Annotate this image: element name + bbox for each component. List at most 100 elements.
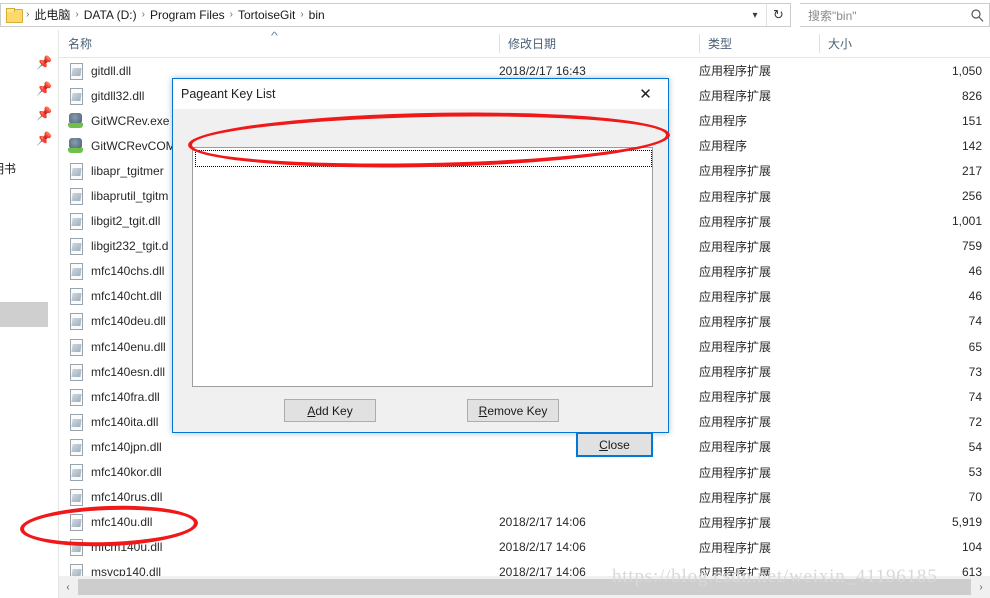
- file-name-cell: GitWCRev.exe: [68, 108, 169, 133]
- file-type-cell: 应用程序扩展: [699, 289, 772, 304]
- file-size-cell: 142: [961, 138, 982, 153]
- file-name-label: libgit2_tgit.dll: [91, 214, 161, 229]
- close-icon[interactable]: ✕: [623, 79, 668, 108]
- file-type-cell: 应用程序扩展: [699, 340, 772, 355]
- close-mnemonic: C: [599, 437, 608, 452]
- add-key-button[interactable]: Add Key: [284, 399, 376, 422]
- file-name-cell: libapr_tgitmer: [68, 158, 164, 183]
- file-size-cell: 70: [968, 490, 982, 505]
- dialog-body: Add Key Remove Key Close: [173, 109, 668, 457]
- file-name-cell: mfc140jpn.dll: [68, 434, 162, 459]
- file-size-cell: 256: [961, 189, 982, 204]
- column-header-name[interactable]: 名称: [59, 30, 499, 57]
- key-list-box[interactable]: [192, 147, 653, 387]
- gear-app-icon: [68, 112, 84, 129]
- file-name-cell: gitdll.dll: [68, 58, 131, 83]
- pin-icon[interactable]: 📌: [36, 55, 52, 71]
- search-icon[interactable]: [965, 4, 989, 26]
- file-type-cell: 应用程序扩展: [699, 239, 772, 254]
- list-focus-rectangle: [195, 150, 652, 167]
- file-name-label: mfc140fra.dll: [91, 389, 160, 404]
- file-type-cell: 应用程序扩展: [699, 64, 772, 79]
- remove-key-mnemonic: R: [478, 403, 488, 418]
- file-type-cell: 应用程序扩展: [699, 540, 772, 555]
- file-name-label: mfc140ita.dll: [91, 414, 159, 429]
- file-name-label: mfcm140u.dll: [91, 540, 163, 555]
- file-type-cell: 应用程序扩展: [699, 440, 772, 455]
- file-name-cell: mfc140enu.dll: [68, 334, 166, 359]
- breadcrumb-item-3[interactable]: TortoiseGit: [234, 4, 299, 26]
- dialog-title-bar[interactable]: Pageant Key List ✕: [173, 79, 668, 109]
- file-name-label: libapr_tgitmer: [91, 163, 164, 178]
- column-header-date[interactable]: 修改日期: [499, 30, 699, 57]
- file-name-label: mfc140enu.dll: [91, 339, 166, 354]
- file-row[interactable]: mfc140u.dll 2018/2/17 14:06 应用程序扩展 5,919: [59, 510, 990, 535]
- dll-file-icon: [68, 213, 84, 231]
- file-name-label: gitdll32.dll: [91, 88, 145, 103]
- file-name-label: GitWCRevCOM: [91, 138, 176, 153]
- search-input[interactable]: 搜索"bin": [808, 7, 965, 24]
- column-header-size[interactable]: 大小: [819, 30, 990, 57]
- column-header-type[interactable]: 类型: [699, 30, 819, 57]
- file-size-cell: 104: [961, 540, 982, 555]
- close-button[interactable]: Close: [576, 432, 653, 457]
- dll-file-icon: [68, 514, 84, 532]
- file-name-cell: gitdll32.dll: [68, 83, 144, 108]
- file-row[interactable]: mfc140jpn.dll 应用程序扩展 54: [59, 434, 990, 459]
- address-bar-controls: ▾ ↻: [744, 4, 790, 26]
- nav-item-selected[interactable]: [0, 302, 48, 327]
- breadcrumb-item-4[interactable]: bin: [305, 4, 329, 26]
- file-name-cell: libaprutil_tgitm: [68, 183, 168, 208]
- file-name-label: mfc140cht.dll: [91, 289, 162, 304]
- file-name-cell: mfc140deu.dll: [68, 309, 166, 334]
- gear-app-icon: [68, 137, 84, 154]
- refresh-icon[interactable]: ↻: [766, 4, 790, 26]
- file-row[interactable]: mfc140kor.dll 应用程序扩展 53: [59, 460, 990, 485]
- file-name-label: mfc140esn.dll: [91, 364, 166, 379]
- remove-key-button[interactable]: Remove Key: [467, 399, 559, 422]
- pin-icon[interactable]: 📌: [36, 81, 52, 97]
- breadcrumb-item-0[interactable]: 此电脑: [30, 4, 74, 26]
- file-type-cell: 应用程序扩展: [699, 365, 772, 380]
- file-type-cell: 应用程序扩展: [699, 490, 772, 505]
- file-explorer-window: › 此电脑 › DATA (D:) › Program Files › TortoiseGit…: [0, 0, 990, 598]
- file-size-cell: 74: [968, 389, 982, 404]
- dll-file-icon: [68, 413, 84, 431]
- dialog-title: Pageant Key List: [181, 87, 276, 101]
- file-size-cell: 1,050: [951, 63, 982, 78]
- breadcrumb: › 此电脑 › DATA (D:) › Program Files › TortoiseGit…: [25, 4, 329, 26]
- file-name-cell: mfc140u.dll: [68, 510, 152, 535]
- pin-icon[interactable]: 📌: [36, 106, 52, 122]
- file-size-cell: 46: [968, 264, 982, 279]
- search-box[interactable]: 搜索"bin": [800, 3, 990, 27]
- scrollbar-corner: [0, 576, 59, 598]
- address-path-box[interactable]: › 此电脑 › DATA (D:) › Program Files › TortoiseGit…: [0, 3, 791, 27]
- file-row[interactable]: mfc140rus.dll 应用程序扩展 70: [59, 485, 990, 510]
- file-date-cell: 2018/2/17 14:06: [499, 515, 586, 530]
- dll-file-icon: [68, 313, 84, 331]
- file-name-cell: mfc140chs.dll: [68, 259, 164, 284]
- file-type-cell: 应用程序: [699, 139, 748, 154]
- file-name-cell: mfc140rus.dll: [68, 485, 162, 510]
- close-label: lose: [607, 437, 630, 452]
- dll-file-icon: [68, 489, 84, 507]
- breadcrumb-item-2[interactable]: Program Files: [146, 4, 229, 26]
- scroll-right-arrow[interactable]: ›: [972, 576, 990, 598]
- file-size-cell: 1,001: [951, 214, 982, 229]
- address-bar: › 此电脑 › DATA (D:) › Program Files › TortoiseGit…: [0, 0, 990, 30]
- nav-item-label-truncated[interactable]: 计说明书: [0, 160, 16, 177]
- file-size-cell: 54: [968, 439, 982, 454]
- file-size-cell: 74: [968, 314, 982, 329]
- chevron-down-icon[interactable]: ▾: [744, 4, 766, 26]
- pin-icon[interactable]: 📌: [36, 131, 52, 147]
- file-size-cell: 46: [968, 289, 982, 304]
- dll-file-icon: [68, 564, 84, 576]
- file-type-cell: 应用程序扩展: [699, 264, 772, 279]
- scroll-left-arrow[interactable]: ‹: [59, 576, 77, 598]
- file-row[interactable]: mfcm140u.dll 2018/2/17 14:06 应用程序扩展 104: [59, 535, 990, 560]
- file-size-cell: 151: [961, 113, 982, 128]
- file-size-cell: 72: [968, 414, 982, 429]
- breadcrumb-item-1[interactable]: DATA (D:): [80, 4, 141, 26]
- file-name-cell: mfc140ita.dll: [68, 409, 158, 434]
- dll-file-icon: [68, 388, 84, 406]
